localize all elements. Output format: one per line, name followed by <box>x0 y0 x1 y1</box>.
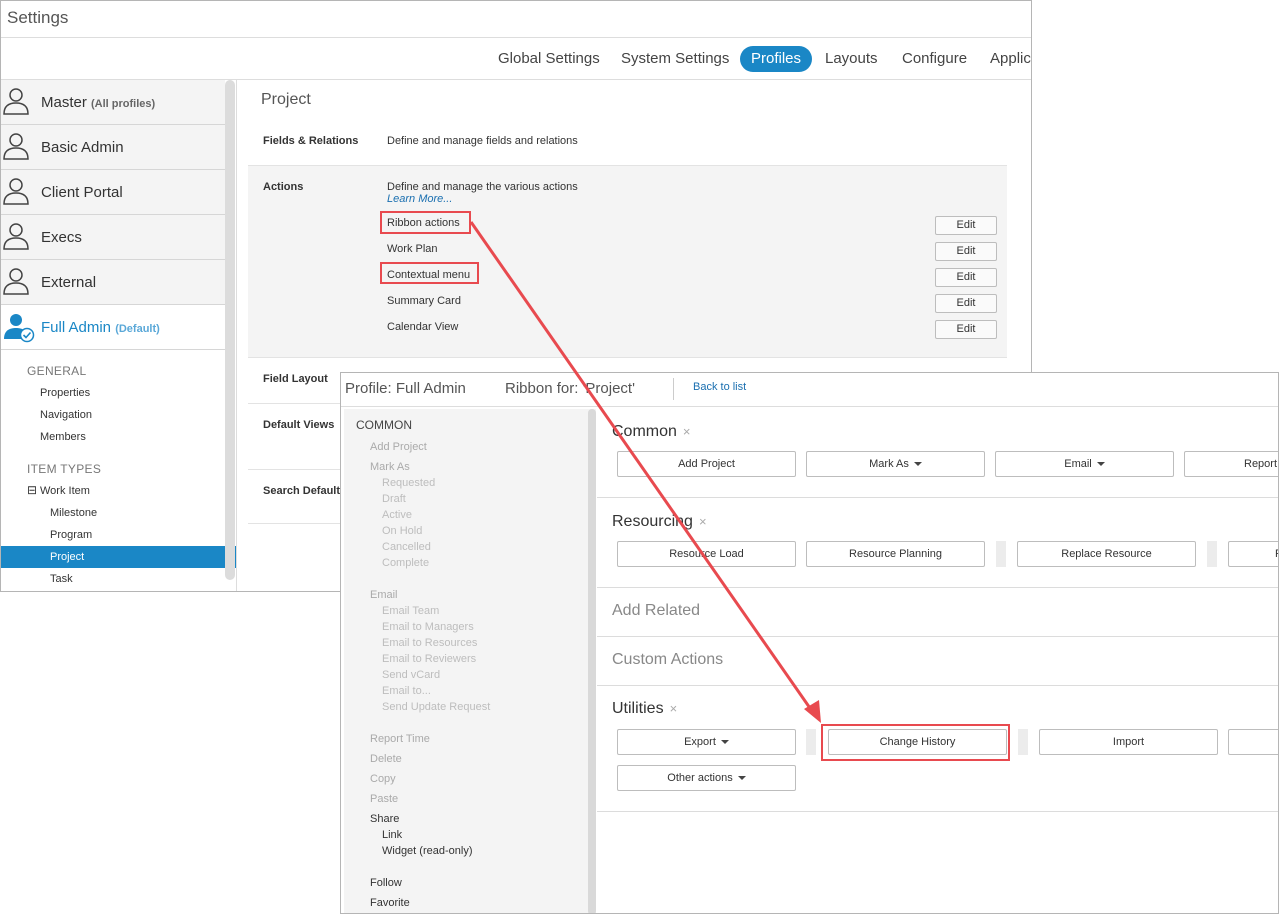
arrow-line <box>469 221 814 712</box>
arrow-annotation <box>469 221 821 723</box>
